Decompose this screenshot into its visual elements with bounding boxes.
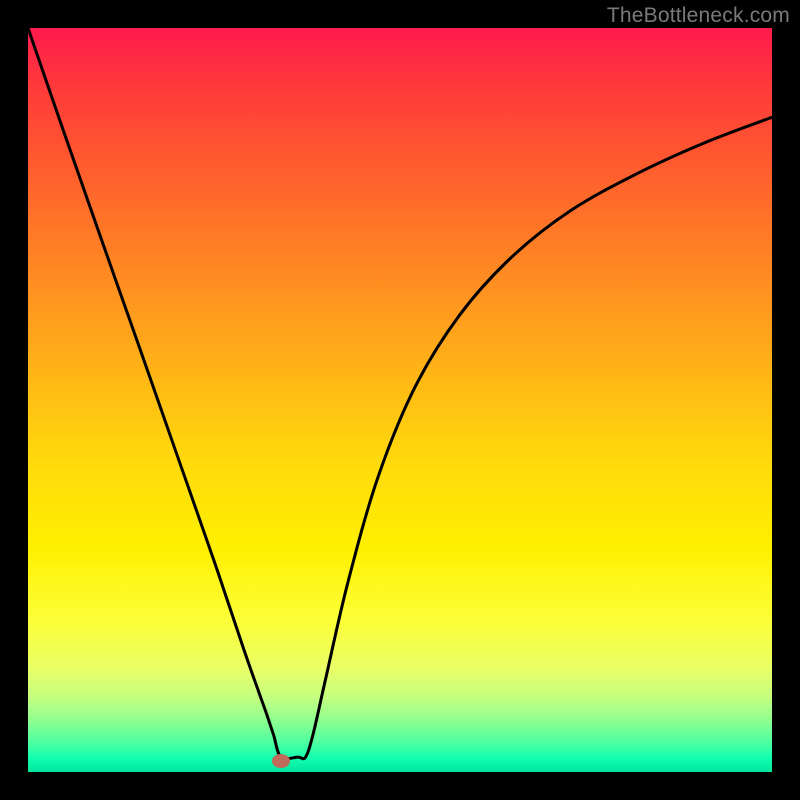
watermark-text: TheBottleneck.com	[607, 4, 790, 28]
curve-svg	[28, 28, 772, 772]
chart-frame: TheBottleneck.com	[0, 0, 800, 800]
bottleneck-curve	[28, 28, 772, 759]
plot-area	[28, 28, 772, 772]
optimal-point-marker	[272, 754, 290, 768]
